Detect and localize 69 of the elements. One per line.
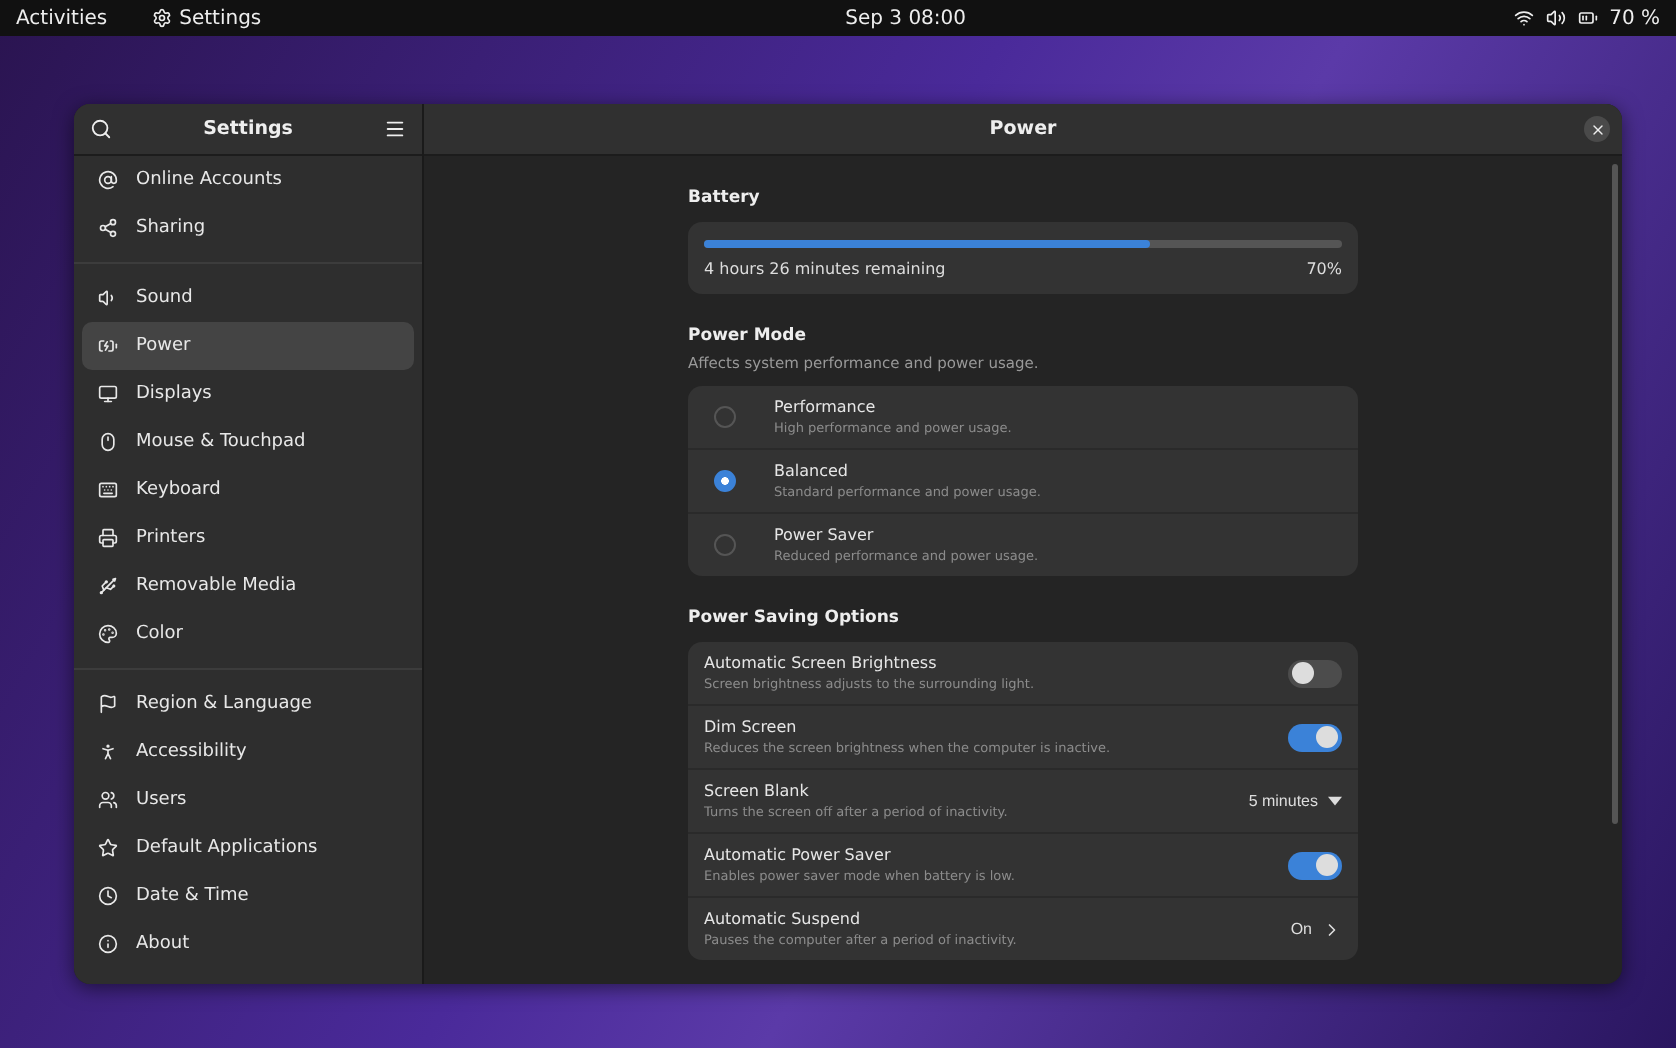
volume-icon[interactable] [1545,8,1566,28]
sidebar-item[interactable]: Default Applications [82,824,414,872]
sidebar-item[interactable]: Displays [82,370,414,418]
star-icon [98,838,118,858]
time-remaining: 4 hours 26 minutes remaining [704,260,946,278]
speaker-icon [98,288,118,308]
sidebar-item[interactable]: Sound [82,274,414,322]
sidebar-title: Settings [201,118,295,140]
option-title: Balanced [774,462,850,480]
caret-icon [1328,796,1342,806]
info-icon [98,934,118,954]
sidebar-item[interactable]: Keyboard [82,466,414,514]
toggle-switch[interactable] [1288,851,1342,879]
suspend-link[interactable]: On [1290,919,1342,939]
sidebar-item[interactable]: Color [82,610,414,658]
mouse-icon [98,432,118,452]
toggle-switch[interactable] [1288,723,1342,751]
keyboard-icon [98,480,118,500]
users-icon [98,790,118,810]
battery-icon[interactable] [1577,8,1598,28]
radio-button[interactable] [714,534,736,556]
activities-button[interactable]: Activities [16,7,108,29]
sidebar-item[interactable]: Online Accounts [82,156,414,204]
sidebar-item[interactable]: Power [82,322,414,370]
sidebar-item[interactable]: Region & Language [82,680,414,728]
flag-icon [98,694,118,714]
section-heading: Battery [688,188,762,208]
sidebar-item[interactable]: Printers [82,514,414,562]
page-title: Power [989,118,1057,140]
sidebar-item[interactable]: Users [82,776,414,824]
option-title: Automatic Suspend [704,910,863,928]
option-title: Automatic Power Saver [704,846,893,864]
option-title: Performance [774,398,878,416]
share-icon [98,218,118,238]
radio-button[interactable] [714,406,736,428]
sidebar-item[interactable]: Date & Time [82,872,414,920]
toggle-switch[interactable] [1288,659,1342,687]
battery-icon [98,336,118,356]
option-title: Screen Blank [704,782,811,800]
at-sign-icon [98,170,118,190]
clock[interactable]: Sep 3 08:00 [845,7,967,29]
sidebar-item[interactable]: Accessibility [82,728,414,776]
settings-icon [151,8,172,28]
section-heading: Power Mode [688,326,808,346]
section-heading: Power Saving Options [688,608,901,628]
wifi-icon[interactable] [1513,8,1534,28]
search-icon[interactable] [90,118,112,140]
palette-icon [98,624,118,644]
option-title: Automatic Screen Brightness [704,654,939,672]
person-icon [98,742,118,762]
close-icon [1589,121,1605,137]
clock-icon [98,886,118,906]
printer-icon [98,528,118,548]
close-button[interactable] [1584,116,1610,142]
sidebar-item[interactable]: Mouse & Touchpad [82,418,414,466]
sidebar-item[interactable]: About [82,920,414,968]
option-title: Power Saver [774,526,876,544]
scroll-bar[interactable] [1612,164,1618,824]
battery-percent: 70 % [1609,7,1661,29]
option-title: Dim Screen [704,718,799,736]
monitor-icon [98,384,118,404]
dropdown-button[interactable]: 5 minutes [1248,792,1342,810]
sidebar-item[interactable]: Sharing [82,204,414,252]
sidebar-item[interactable]: Removable Media [82,562,414,610]
usb-stick-icon [98,576,118,596]
radio-button[interactable] [714,470,736,492]
app-menu[interactable]: Settings [179,7,262,29]
menu-icon[interactable] [384,118,406,140]
battery-percent: 70% [1306,260,1342,278]
